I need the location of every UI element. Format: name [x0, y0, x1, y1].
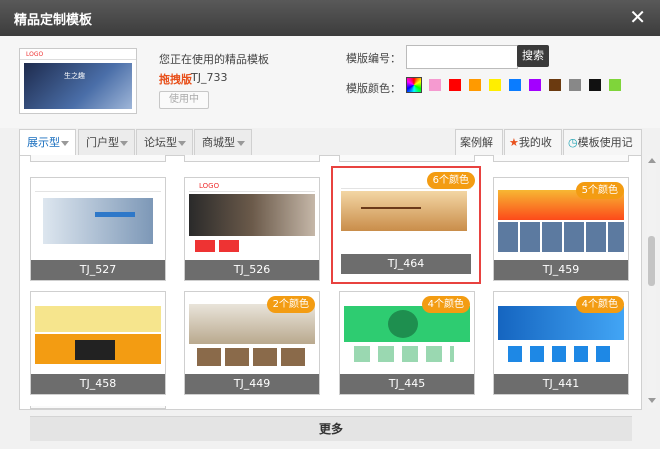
color-swatch[interactable]: [429, 79, 441, 91]
chevron-down-icon: [120, 141, 128, 146]
color-swatch[interactable]: [609, 79, 621, 91]
color-count-badge: 5个颜色: [575, 182, 624, 199]
previous-row-card: [30, 155, 166, 162]
color-count-badge: 4个颜色: [421, 296, 470, 313]
template-code: TJ_445: [340, 374, 474, 394]
tab-showcase[interactable]: 展示型: [19, 129, 76, 156]
thumbnail-logo: LOGO: [26, 51, 44, 58]
scroll-thumb[interactable]: [648, 236, 655, 286]
using-label: 您正在使用的精品模板: [159, 53, 269, 66]
tab-portal[interactable]: 门户型: [78, 129, 135, 155]
template-code: TJ_441: [494, 374, 628, 394]
template-card[interactable]: TJ_458: [30, 291, 166, 395]
template-card[interactable]: 5个颜色 TJ_459: [493, 177, 629, 281]
clock-icon: ◷: [568, 136, 578, 149]
template-card[interactable]: 4个颜色 TJ_445: [339, 291, 475, 395]
tab-case-analysis[interactable]: 案例解析: [455, 129, 503, 175]
tab-usage-history[interactable]: ◷模板使用记录: [563, 129, 642, 175]
chevron-down-icon: [178, 141, 186, 146]
color-count-badge: 4个颜色: [575, 296, 624, 313]
star-icon: ★: [509, 136, 519, 149]
template-code: TJ_458: [31, 374, 165, 394]
previous-row-card: [339, 155, 475, 162]
color-swatch[interactable]: [569, 79, 581, 91]
template-card-selected[interactable]: 6个颜色 TJ_464: [331, 166, 481, 284]
close-icon[interactable]: ✕: [629, 5, 646, 29]
tab-mall[interactable]: 商城型: [194, 129, 252, 155]
color-swatch[interactable]: [489, 79, 501, 91]
color-swatch[interactable]: [469, 79, 481, 91]
template-code: TJ_464: [341, 254, 471, 274]
template-card[interactable]: LOGO TJ_526: [184, 177, 320, 281]
thumbnail-hero-text: 生之趣: [64, 72, 85, 80]
color-swatch-all[interactable]: [406, 77, 422, 93]
template-code-input[interactable]: [406, 45, 518, 69]
previous-row-card: [493, 155, 629, 162]
dialog-title: 精品定制模板: [14, 13, 93, 28]
template-color-label: 模版颜色：: [346, 82, 401, 95]
template-code: TJ_459: [494, 260, 628, 280]
color-swatch[interactable]: [509, 79, 521, 91]
color-swatch[interactable]: [589, 79, 601, 91]
template-code: TJ_527: [31, 260, 165, 280]
template-dialog: 精品定制模板 ✕ LOGO 生之趣 您正在使用的精品模板 拖拽版 TJ_733 …: [0, 0, 660, 449]
color-swatch[interactable]: [529, 79, 541, 91]
current-template-thumbnail: LOGO 生之趣: [19, 48, 137, 114]
chevron-down-icon: [61, 141, 69, 146]
more-button[interactable]: 更多: [30, 416, 632, 441]
search-button[interactable]: 搜索: [517, 45, 549, 67]
template-code: TJ_526: [185, 260, 319, 280]
scroll-up-icon[interactable]: [648, 158, 656, 163]
in-use-button[interactable]: 使用中: [159, 91, 209, 109]
template-card[interactable]: 2个颜色 TJ_449: [184, 291, 320, 395]
template-card[interactable]: TJ_527: [30, 177, 166, 281]
title-bar: 精品定制模板 ✕: [0, 0, 660, 36]
tab-forum[interactable]: 论坛型: [136, 129, 193, 155]
next-row-card: [30, 406, 166, 409]
color-swatch[interactable]: [449, 79, 461, 91]
template-code-label: 模版编号：: [346, 52, 401, 65]
scroll-down-icon[interactable]: [648, 398, 656, 403]
color-swatch[interactable]: [549, 79, 561, 91]
current-template-type: 拖拽版: [159, 73, 192, 86]
color-count-badge: 6个颜色: [426, 172, 475, 189]
color-count-badge: 2个颜色: [266, 296, 315, 313]
chevron-down-icon: [237, 141, 245, 146]
previous-row-card: [184, 155, 320, 162]
template-card[interactable]: 4个颜色 TJ_441: [493, 291, 629, 395]
current-template-code: TJ_733: [191, 71, 228, 84]
tab-my-favorites[interactable]: ★我的收藏: [504, 129, 562, 175]
template-code: TJ_449: [185, 374, 319, 394]
